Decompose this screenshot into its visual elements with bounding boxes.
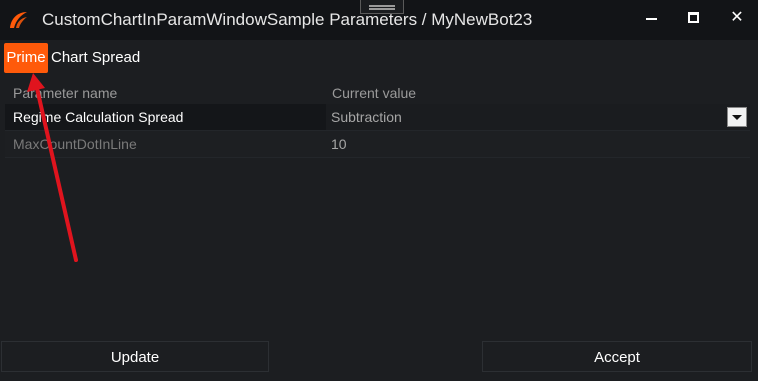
maximize-button[interactable]: [678, 4, 708, 30]
parameter-name-cell: Regime Calculation Spread: [5, 104, 326, 130]
tab-strip: Prime Chart Spread: [0, 43, 758, 73]
close-icon: ✕: [730, 9, 744, 26]
minimize-icon: [645, 18, 657, 20]
dropdown-button[interactable]: [727, 107, 747, 127]
minimize-button[interactable]: [636, 4, 666, 30]
parameter-value-text: Subtraction: [331, 109, 402, 125]
title-bar[interactable]: CustomChartInParamWindowSample Parameter…: [0, 0, 758, 40]
column-header-current-value: Current value: [332, 85, 417, 101]
app-logo-icon: [10, 12, 27, 28]
chevron-down-icon: [732, 114, 742, 120]
grid-header: Parameter name Current value: [5, 82, 750, 104]
accept-button[interactable]: Accept: [482, 341, 752, 372]
parameter-name-cell: MaxCountDotInLine: [13, 136, 137, 152]
column-header-parameter-name: Parameter name: [13, 85, 118, 101]
maximize-icon: [687, 11, 699, 23]
tab-chart-spread[interactable]: Chart Spread: [51, 43, 140, 73]
window-title: CustomChartInParamWindowSample Parameter…: [42, 10, 533, 29]
parameters-grid: Parameter name Current value Regime Calc…: [5, 82, 750, 158]
close-button[interactable]: ✕: [722, 4, 752, 30]
parameter-value-field[interactable]: 10: [326, 131, 750, 157]
table-row[interactable]: Regime Calculation Spread Subtraction: [5, 104, 750, 131]
tab-prime[interactable]: Prime: [4, 43, 48, 73]
parameter-value-select[interactable]: Subtraction: [326, 104, 750, 130]
drag-handle[interactable]: [360, 0, 404, 14]
update-button[interactable]: Update: [1, 341, 269, 372]
table-row[interactable]: MaxCountDotInLine 10: [5, 131, 750, 158]
